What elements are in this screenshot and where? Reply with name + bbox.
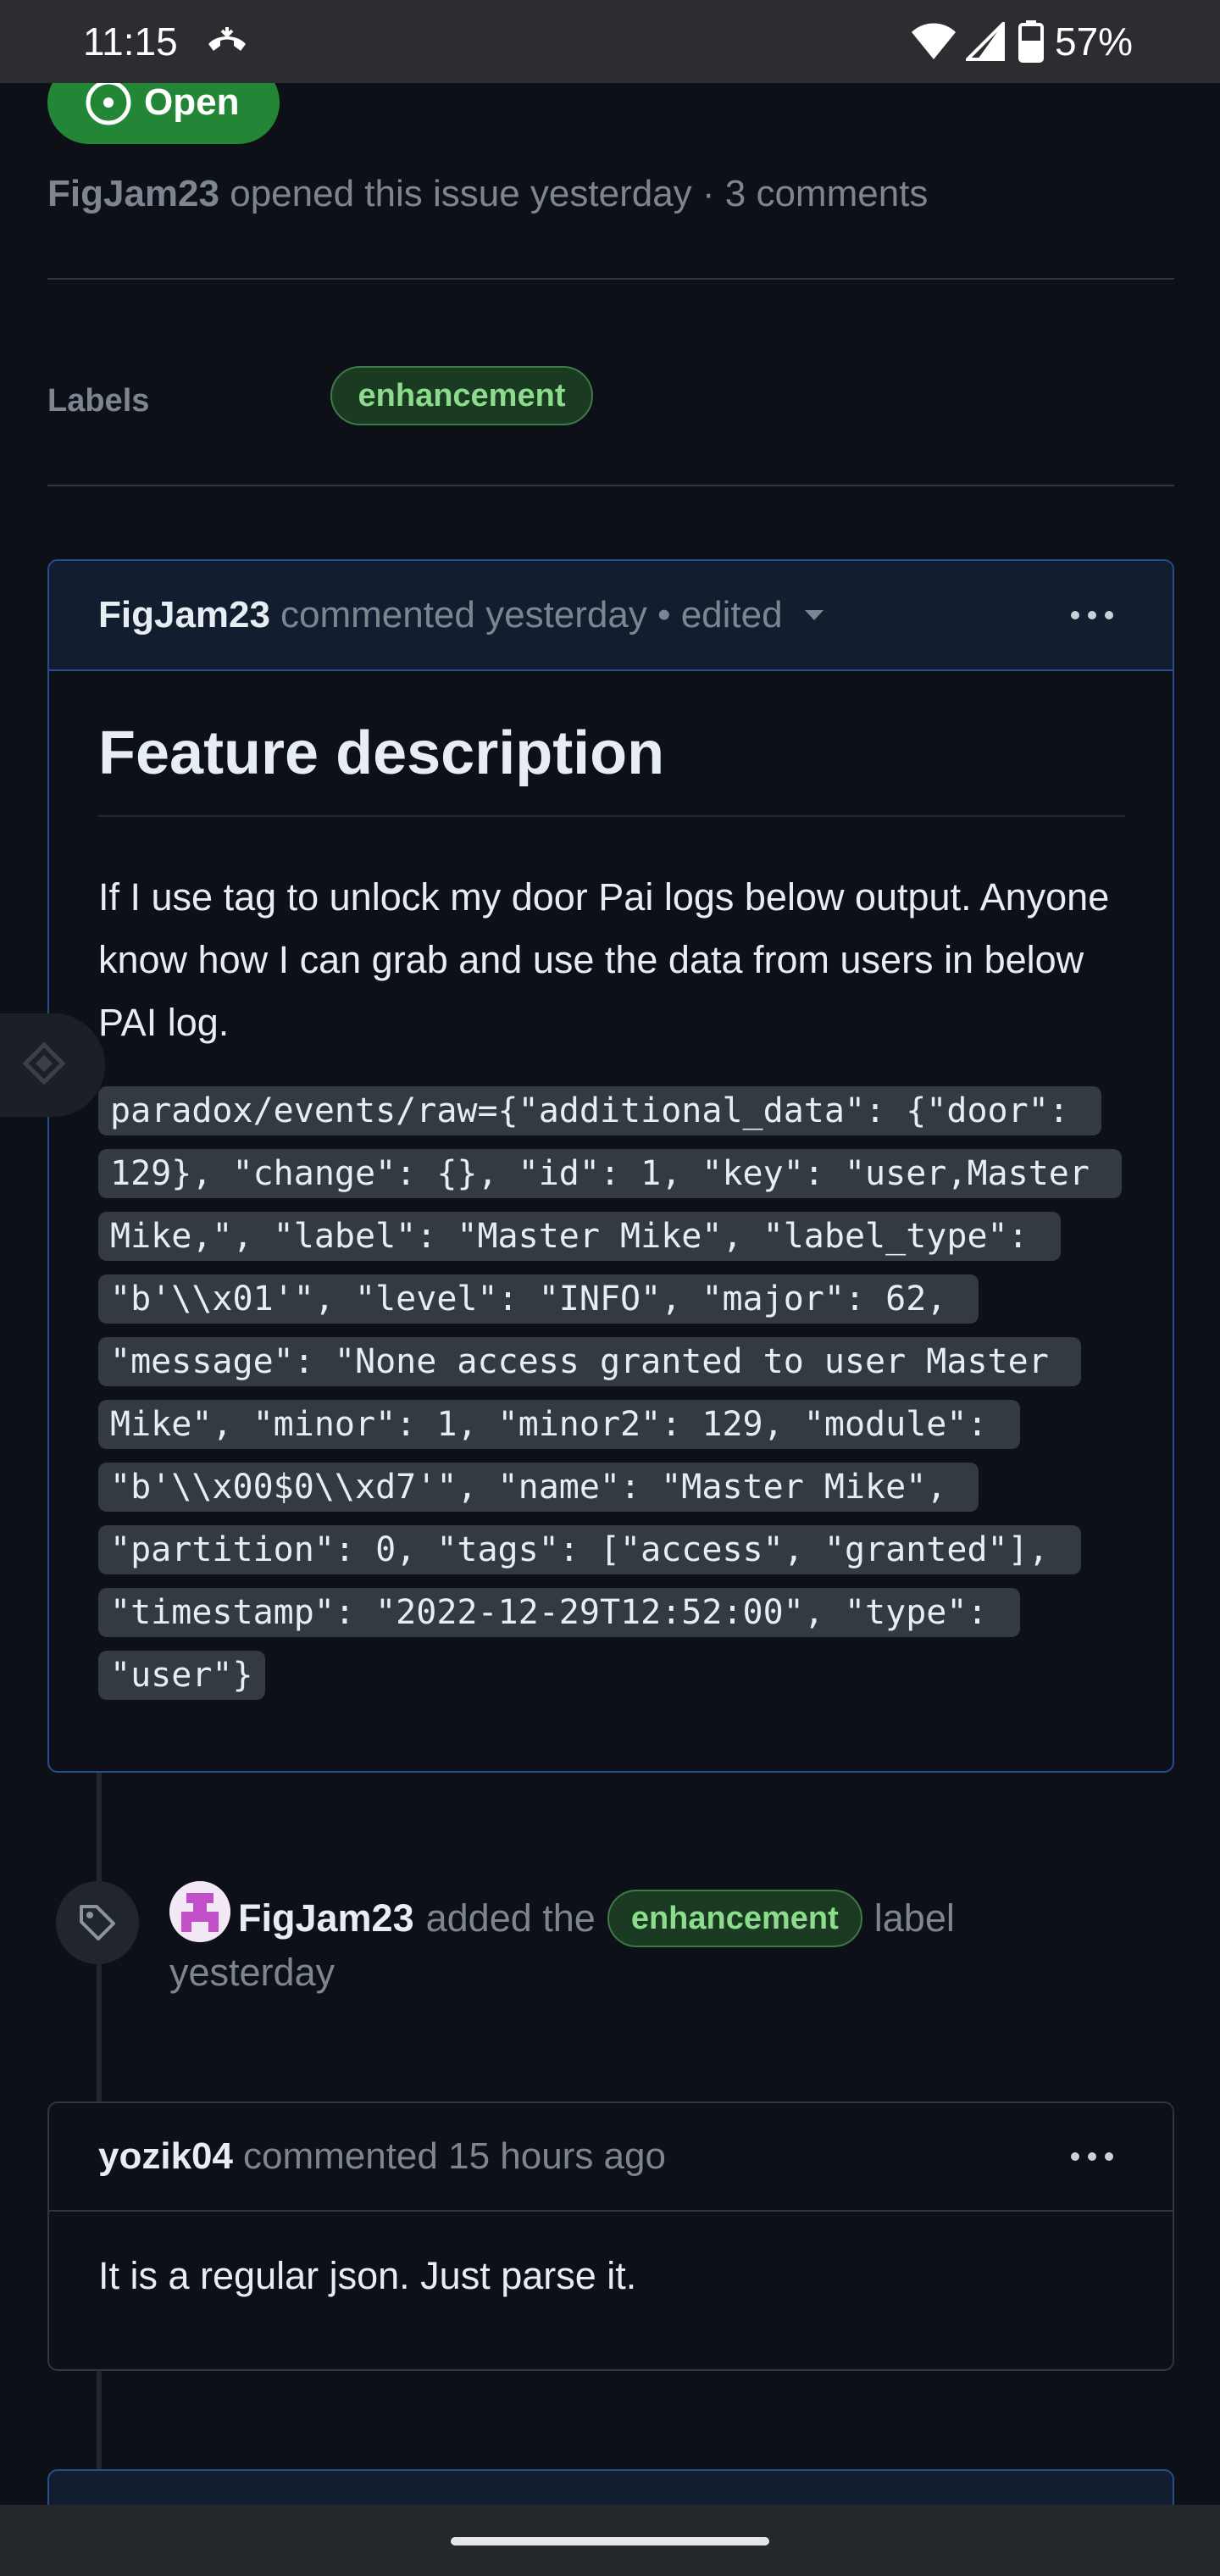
event-suffix: label [873,1896,955,1940]
comment-meta: commented yesterday • edited [280,594,783,636]
diamond-icon [22,1041,66,1090]
issue-state-label: Open [144,81,240,123]
comment-card: yozik04 commented 15 hours ago It is a r… [47,2101,1174,2371]
divider [47,485,1174,486]
battery-percentage: 57% [1055,19,1134,64]
comment-body-text: It is a regular json. Just parse it. [98,2254,637,2297]
labels-heading: Labels [47,383,150,419]
divider [47,278,1174,280]
comment-header: yozik04 commented 15 hours ago [49,2103,1173,2212]
comment-body: Feature description If I use tag to unlo… [49,671,1173,1707]
issue-meta: FigJam23 opened this issue yesterday · 3… [47,173,928,215]
issue-open-icon [85,79,132,126]
comment-header: FigJam23 commented yesterday • edited [49,561,1173,671]
code-text: paradox/events/raw={"additional_data": {… [98,1086,1123,1700]
comment-author[interactable]: yozik04 [98,2135,233,2178]
comment-card: FigJam23 commented yesterday • edited Fe… [47,559,1174,1773]
more-options-icon[interactable] [1071,611,1113,619]
event-description: FigJam23 added the enhancement label [238,1890,955,1947]
avatar[interactable] [169,1881,230,1942]
status-time: 11:15 [83,19,178,64]
code-block: paradox/events/raw={"additional_data": {… [98,1080,1125,1707]
navigation-bar [0,2505,1220,2576]
event-author[interactable]: FigJam23 [238,1896,414,1940]
comment-heading: Feature description [98,671,1125,817]
home-indicator[interactable] [451,2537,769,2545]
status-bar: 11:15 57% [0,0,1220,83]
timeline-line [97,1773,102,1881]
wifi-icon [910,22,957,65]
issue-author[interactable]: FigJam23 [47,173,219,214]
comment-author[interactable]: FigJam23 [98,594,270,636]
more-options-icon[interactable] [1071,2152,1113,2161]
timeline-line [97,2371,102,2469]
label-enhancement[interactable]: enhancement [330,366,593,425]
battery-icon [1018,20,1044,67]
comment-meta: commented 15 hours ago [242,2135,666,2177]
event-time: yesterday [169,1951,336,1994]
edited-dropdown-icon[interactable] [803,608,825,622]
event-label-pill[interactable]: enhancement [607,1890,862,1947]
timeline-label-event: FigJam23 added the enhancement label yes… [56,1881,1183,2017]
floating-side-button[interactable] [0,1013,105,1117]
comment-paragraph: If I use tag to unlock my door Pai logs … [98,875,1110,1044]
tag-icon [56,1881,139,1964]
signal-icon [963,19,1005,65]
event-action: added the [425,1896,596,1940]
call-icon [205,25,249,64]
issue-meta-text: opened this issue yesterday · 3 comments [230,173,929,214]
